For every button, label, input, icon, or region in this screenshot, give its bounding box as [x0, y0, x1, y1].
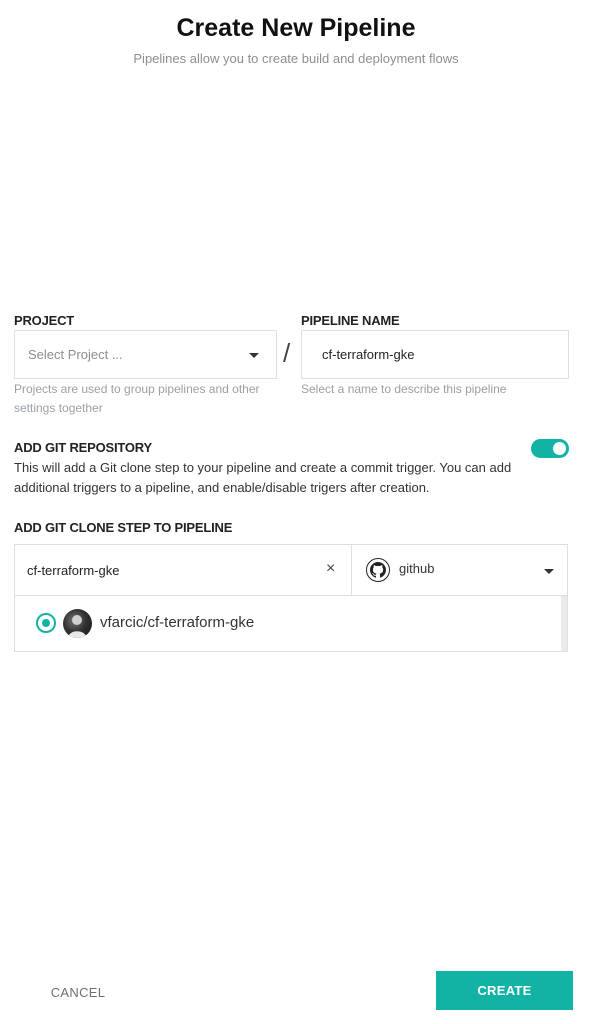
clone-step-label: ADD GIT CLONE STEP TO PIPELINE — [14, 520, 233, 535]
pipeline-name-help-text: Select a name to describe this pipeline — [301, 382, 507, 396]
chevron-down-icon — [544, 569, 554, 574]
toggle-knob — [553, 442, 566, 455]
page-title: Create New Pipeline — [176, 14, 416, 42]
page-subtitle: Pipelines allow you to create build and … — [133, 51, 459, 66]
repo-results-list: vfarcic/cf-terraform-gke — [14, 596, 568, 652]
project-help-text: Projects are used to group pipelines and… — [14, 382, 260, 415]
pipeline-name-input[interactable]: cf-terraform-gke — [301, 330, 569, 379]
results-scrollbar[interactable] — [561, 596, 567, 651]
project-select[interactable]: Select Project ... — [14, 330, 277, 379]
project-label: PROJECT — [14, 313, 75, 328]
project-select-placeholder: Select Project ... — [28, 347, 123, 362]
radio-selected-dot — [42, 619, 50, 627]
list-item[interactable]: vfarcic/cf-terraform-gke — [15, 596, 561, 651]
repo-name: vfarcic/cf-terraform-gke — [100, 614, 255, 631]
avatar — [63, 609, 92, 638]
cancel-button[interactable]: CANCEL — [24, 974, 132, 1010]
repo-search-value: cf-terraform-gke — [27, 562, 120, 578]
repo-search-input[interactable]: cf-terraform-gke — [14, 544, 352, 596]
chevron-down-icon — [249, 353, 259, 358]
project-pipeline-separator: / — [283, 338, 291, 368]
git-repository-label: ADD GIT REPOSITORY — [14, 440, 152, 455]
clear-icon[interactable]: × — [326, 560, 335, 578]
github-icon — [366, 558, 390, 582]
git-repository-description: This will add a Git clone step to your p… — [14, 460, 512, 495]
repo-radio-button[interactable] — [36, 613, 56, 633]
pipeline-name-value: cf-terraform-gke — [322, 347, 415, 362]
create-button[interactable]: CREATE — [436, 971, 573, 1010]
pipeline-name-label: PIPELINE NAME — [301, 313, 400, 328]
git-repository-toggle[interactable] — [531, 439, 569, 458]
provider-value: github — [399, 561, 435, 576]
